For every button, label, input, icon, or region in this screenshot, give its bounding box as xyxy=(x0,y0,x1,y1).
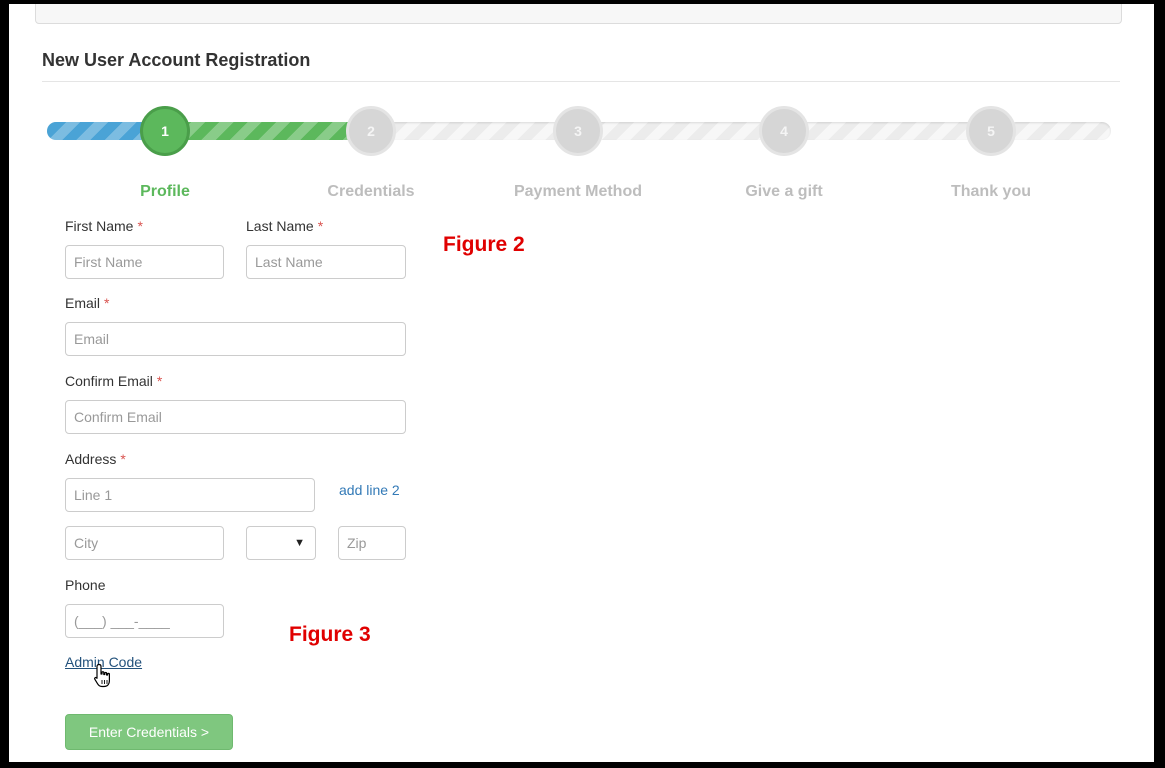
add-line-2-link[interactable]: add line 2 xyxy=(339,482,400,498)
address-label: Address * xyxy=(65,451,126,467)
title-divider xyxy=(42,81,1120,82)
wizard-step-4[interactable]: 4 xyxy=(759,106,809,156)
city-input[interactable] xyxy=(65,526,224,560)
wizard-step-5[interactable]: 5 xyxy=(966,106,1016,156)
wizard-step-2[interactable]: 2 xyxy=(346,106,396,156)
figure-2-annotation: Figure 2 xyxy=(443,233,525,256)
wizard-step-3[interactable]: 3 xyxy=(553,106,603,156)
confirm-email-input[interactable] xyxy=(65,400,406,434)
wizard-label-payment-method: Payment Method xyxy=(513,183,642,200)
page-title: New User Account Registration xyxy=(42,50,311,70)
zip-input[interactable] xyxy=(338,526,406,560)
enter-credentials-button[interactable]: Enter Credentials > xyxy=(65,714,233,750)
state-select[interactable]: ▼ xyxy=(246,526,316,560)
figure-3-annotation: Figure 3 xyxy=(289,623,371,646)
email-input[interactable] xyxy=(65,322,406,356)
first-name-label: First Name * xyxy=(65,218,143,234)
wizard-progress-start xyxy=(47,122,147,140)
dropdown-caret-icon: ▼ xyxy=(294,537,305,549)
confirm-email-label: Confirm Email * xyxy=(65,373,163,389)
phone-label: Phone xyxy=(65,577,106,593)
last-name-label: Last Name * xyxy=(246,218,324,234)
address-line1-input[interactable] xyxy=(65,478,315,512)
top-panel xyxy=(35,4,1122,24)
wizard-label-thank-you: Thank you xyxy=(950,183,1031,200)
wizard-step-1[interactable]: 1 xyxy=(140,106,190,156)
registration-wizard: 1 2 3 4 5 Profile Credentials Payment Me… xyxy=(47,103,1111,200)
wizard-label-credentials: Credentials xyxy=(327,183,415,200)
wizard-label-profile: Profile xyxy=(140,183,190,200)
last-name-input[interactable] xyxy=(246,245,406,279)
email-label: Email * xyxy=(65,295,110,311)
first-name-input[interactable] xyxy=(65,245,224,279)
wizard-label-give-a-gift: Give a gift xyxy=(745,183,823,200)
phone-input[interactable] xyxy=(65,604,224,638)
screenshot-frame: New User Account Registration 1 2 3 4 5 … xyxy=(0,0,1165,768)
hand-pointer-cursor-icon xyxy=(94,663,110,688)
